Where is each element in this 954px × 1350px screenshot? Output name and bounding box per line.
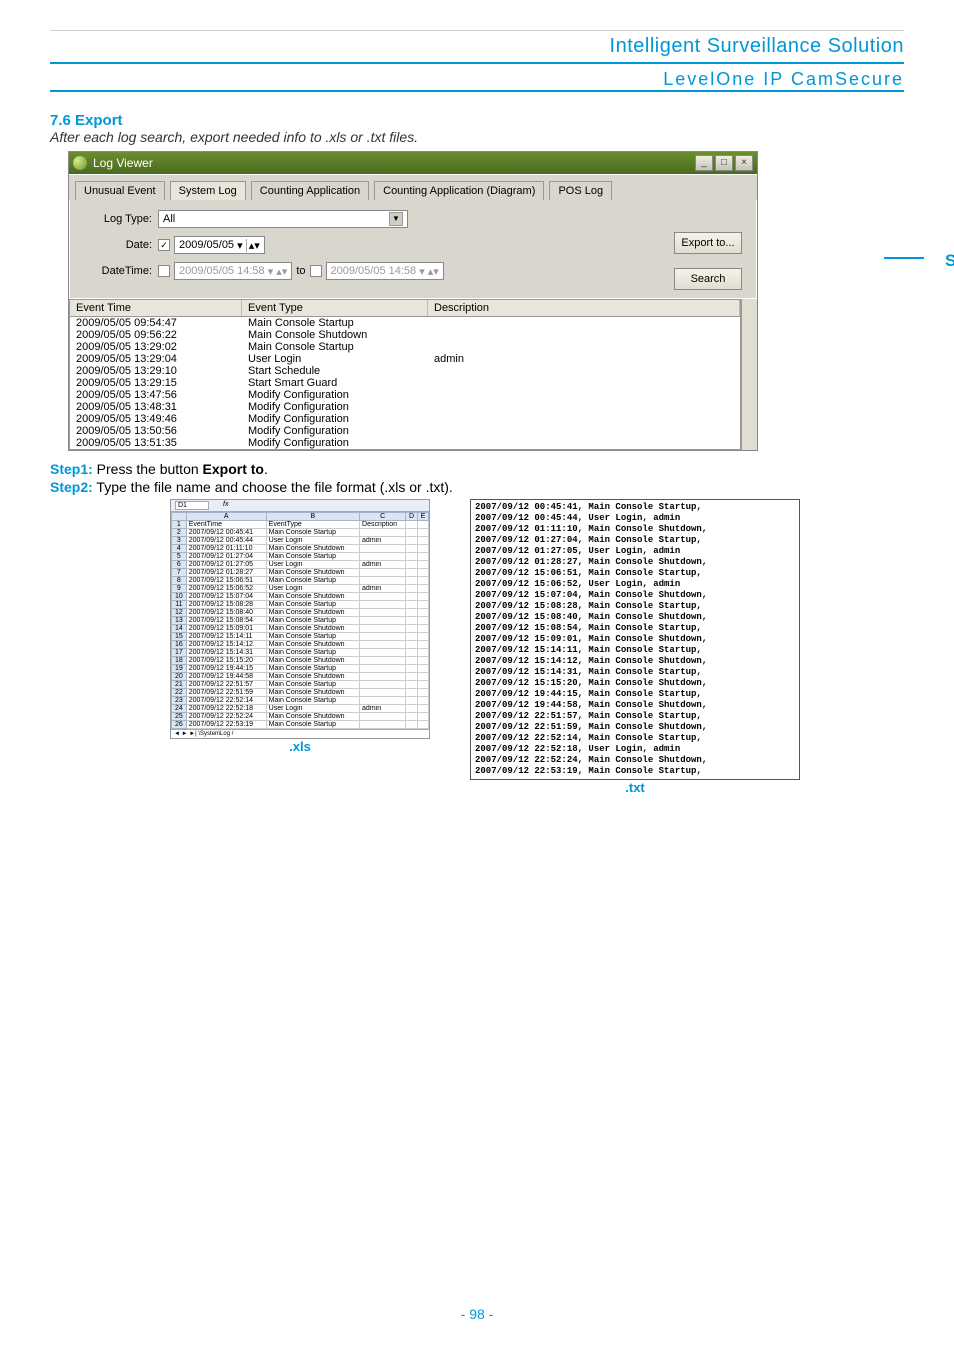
xls-table: ABCDE1EventTimeEventTypeDescription22007… bbox=[171, 512, 429, 729]
datetime-to-field[interactable]: 2009/05/05 14:58 ▾ ▴▾ bbox=[326, 262, 444, 280]
logtype-label: Log Type: bbox=[84, 213, 152, 225]
tab-pos-log[interactable]: POS Log bbox=[549, 181, 612, 200]
log-row[interactable]: 2009/05/05 13:48:31Modify Configuration bbox=[70, 401, 740, 413]
step1-text-a: Press the button bbox=[93, 461, 203, 477]
tab-unusual-event[interactable]: Unusual Event bbox=[75, 181, 165, 200]
list-scrollbar[interactable] bbox=[741, 299, 757, 450]
log-row[interactable]: 2009/05/05 09:56:22Main Console Shutdown bbox=[70, 329, 740, 341]
datetime-from-checkbox[interactable] bbox=[158, 265, 170, 277]
col-event-time[interactable]: Event Time bbox=[70, 300, 242, 316]
list-header: Event Time Event Type Description bbox=[69, 299, 741, 317]
txt-caption: .txt bbox=[470, 780, 800, 795]
xls-sheet: SystemLog bbox=[200, 731, 230, 737]
to-label: to bbox=[296, 265, 305, 277]
logtype-dropdown[interactable]: All ▼ bbox=[158, 210, 408, 228]
callout-line bbox=[884, 257, 924, 259]
date-field[interactable]: 2009/05/05 ▾ ▴▾ bbox=[174, 236, 265, 254]
step1-bold: Export to bbox=[203, 461, 264, 477]
txt-box: 2007/09/12 00:45:41, Main Console Startu… bbox=[470, 499, 800, 780]
log-row[interactable]: 2009/05/05 13:51:35Modify Configuration bbox=[70, 437, 740, 449]
log-row[interactable]: 2009/05/05 13:29:02Main Console Startup bbox=[70, 341, 740, 353]
log-row[interactable]: 2009/05/05 13:49:46Modify Configuration bbox=[70, 413, 740, 425]
date-value: 2009/05/05 bbox=[179, 239, 234, 251]
callout-step1: Step 1 bbox=[945, 251, 954, 271]
log-row[interactable]: 2009/05/05 13:50:56Modify Configuration bbox=[70, 425, 740, 437]
log-row[interactable]: 2009/05/05 09:54:47Main Console Startup bbox=[70, 317, 740, 329]
step1-line: Step1: Press the button Export to. bbox=[50, 461, 904, 477]
datetime-from-field[interactable]: 2009/05/05 14:58 ▾ ▴▾ bbox=[174, 262, 292, 280]
step2-line: Step2: Type the file name and choose the… bbox=[50, 479, 904, 495]
datetime-label: DateTime: bbox=[84, 265, 152, 277]
chevron-down-icon: ▼ bbox=[389, 212, 403, 226]
log-row[interactable]: 2009/05/05 13:29:10Start Schedule bbox=[70, 365, 740, 377]
close-button[interactable]: × bbox=[735, 155, 753, 171]
section-heading: 7.6 Export bbox=[50, 112, 904, 129]
log-row[interactable]: 2009/05/05 13:29:04User Loginadmin bbox=[70, 353, 740, 365]
step2-text: Type the file name and choose the file f… bbox=[93, 479, 453, 495]
tab-bar: Unusual Event System Log Counting Applic… bbox=[69, 174, 757, 200]
minimize-button[interactable]: _ bbox=[695, 155, 713, 171]
col-description[interactable]: Description bbox=[428, 300, 740, 316]
log-viewer-dialog: Log Viewer _ □ × Unusual Event System Lo… bbox=[68, 151, 758, 451]
date-label: Date: bbox=[84, 239, 152, 251]
section-desc: After each log search, export needed inf… bbox=[50, 129, 904, 145]
logtype-value: All bbox=[163, 213, 175, 225]
log-row[interactable]: 2009/05/05 13:47:56Modify Configuration bbox=[70, 389, 740, 401]
log-list[interactable]: 2009/05/05 09:54:47Main Console Startup2… bbox=[69, 317, 741, 450]
xls-cellref: D1 bbox=[175, 501, 209, 510]
col-event-type[interactable]: Event Type bbox=[242, 300, 428, 316]
doc-title: Intelligent Surveillance Solution bbox=[50, 35, 904, 58]
log-row[interactable]: 2009/05/05 13:29:15Start Smart Guard bbox=[70, 377, 740, 389]
xls-example: D1 fx ABCDE1EventTimeEventTypeDescription… bbox=[170, 499, 430, 754]
page-number: - 98 - bbox=[0, 1306, 954, 1322]
datetime-from-value: 2009/05/05 14:58 bbox=[179, 265, 265, 277]
date-checkbox[interactable]: ✓ bbox=[158, 239, 170, 251]
tab-system-log[interactable]: System Log bbox=[170, 181, 246, 200]
datetime-to-value: 2009/05/05 14:58 bbox=[331, 265, 417, 277]
tab-counting-app-diagram[interactable]: Counting Application (Diagram) bbox=[374, 181, 544, 200]
export-to-button[interactable]: Export to... bbox=[674, 232, 742, 254]
doc-subtitle: LevelOne IP CamSecure bbox=[50, 69, 904, 90]
fx-label: fx bbox=[223, 501, 228, 510]
xls-caption: .xls bbox=[170, 739, 430, 754]
tab-counting-app[interactable]: Counting Application bbox=[251, 181, 369, 200]
search-button[interactable]: Search bbox=[674, 268, 742, 290]
titlebar[interactable]: Log Viewer _ □ × bbox=[69, 152, 757, 174]
step1-label: Step1: bbox=[50, 461, 93, 477]
window-title: Log Viewer bbox=[93, 156, 153, 170]
step2-label: Step2: bbox=[50, 479, 93, 495]
step1-text-b: . bbox=[264, 461, 268, 477]
maximize-button[interactable]: □ bbox=[715, 155, 733, 171]
txt-example: 2007/09/12 00:45:41, Main Console Startu… bbox=[470, 499, 800, 795]
app-icon bbox=[73, 156, 87, 170]
datetime-to-checkbox[interactable] bbox=[310, 265, 322, 277]
